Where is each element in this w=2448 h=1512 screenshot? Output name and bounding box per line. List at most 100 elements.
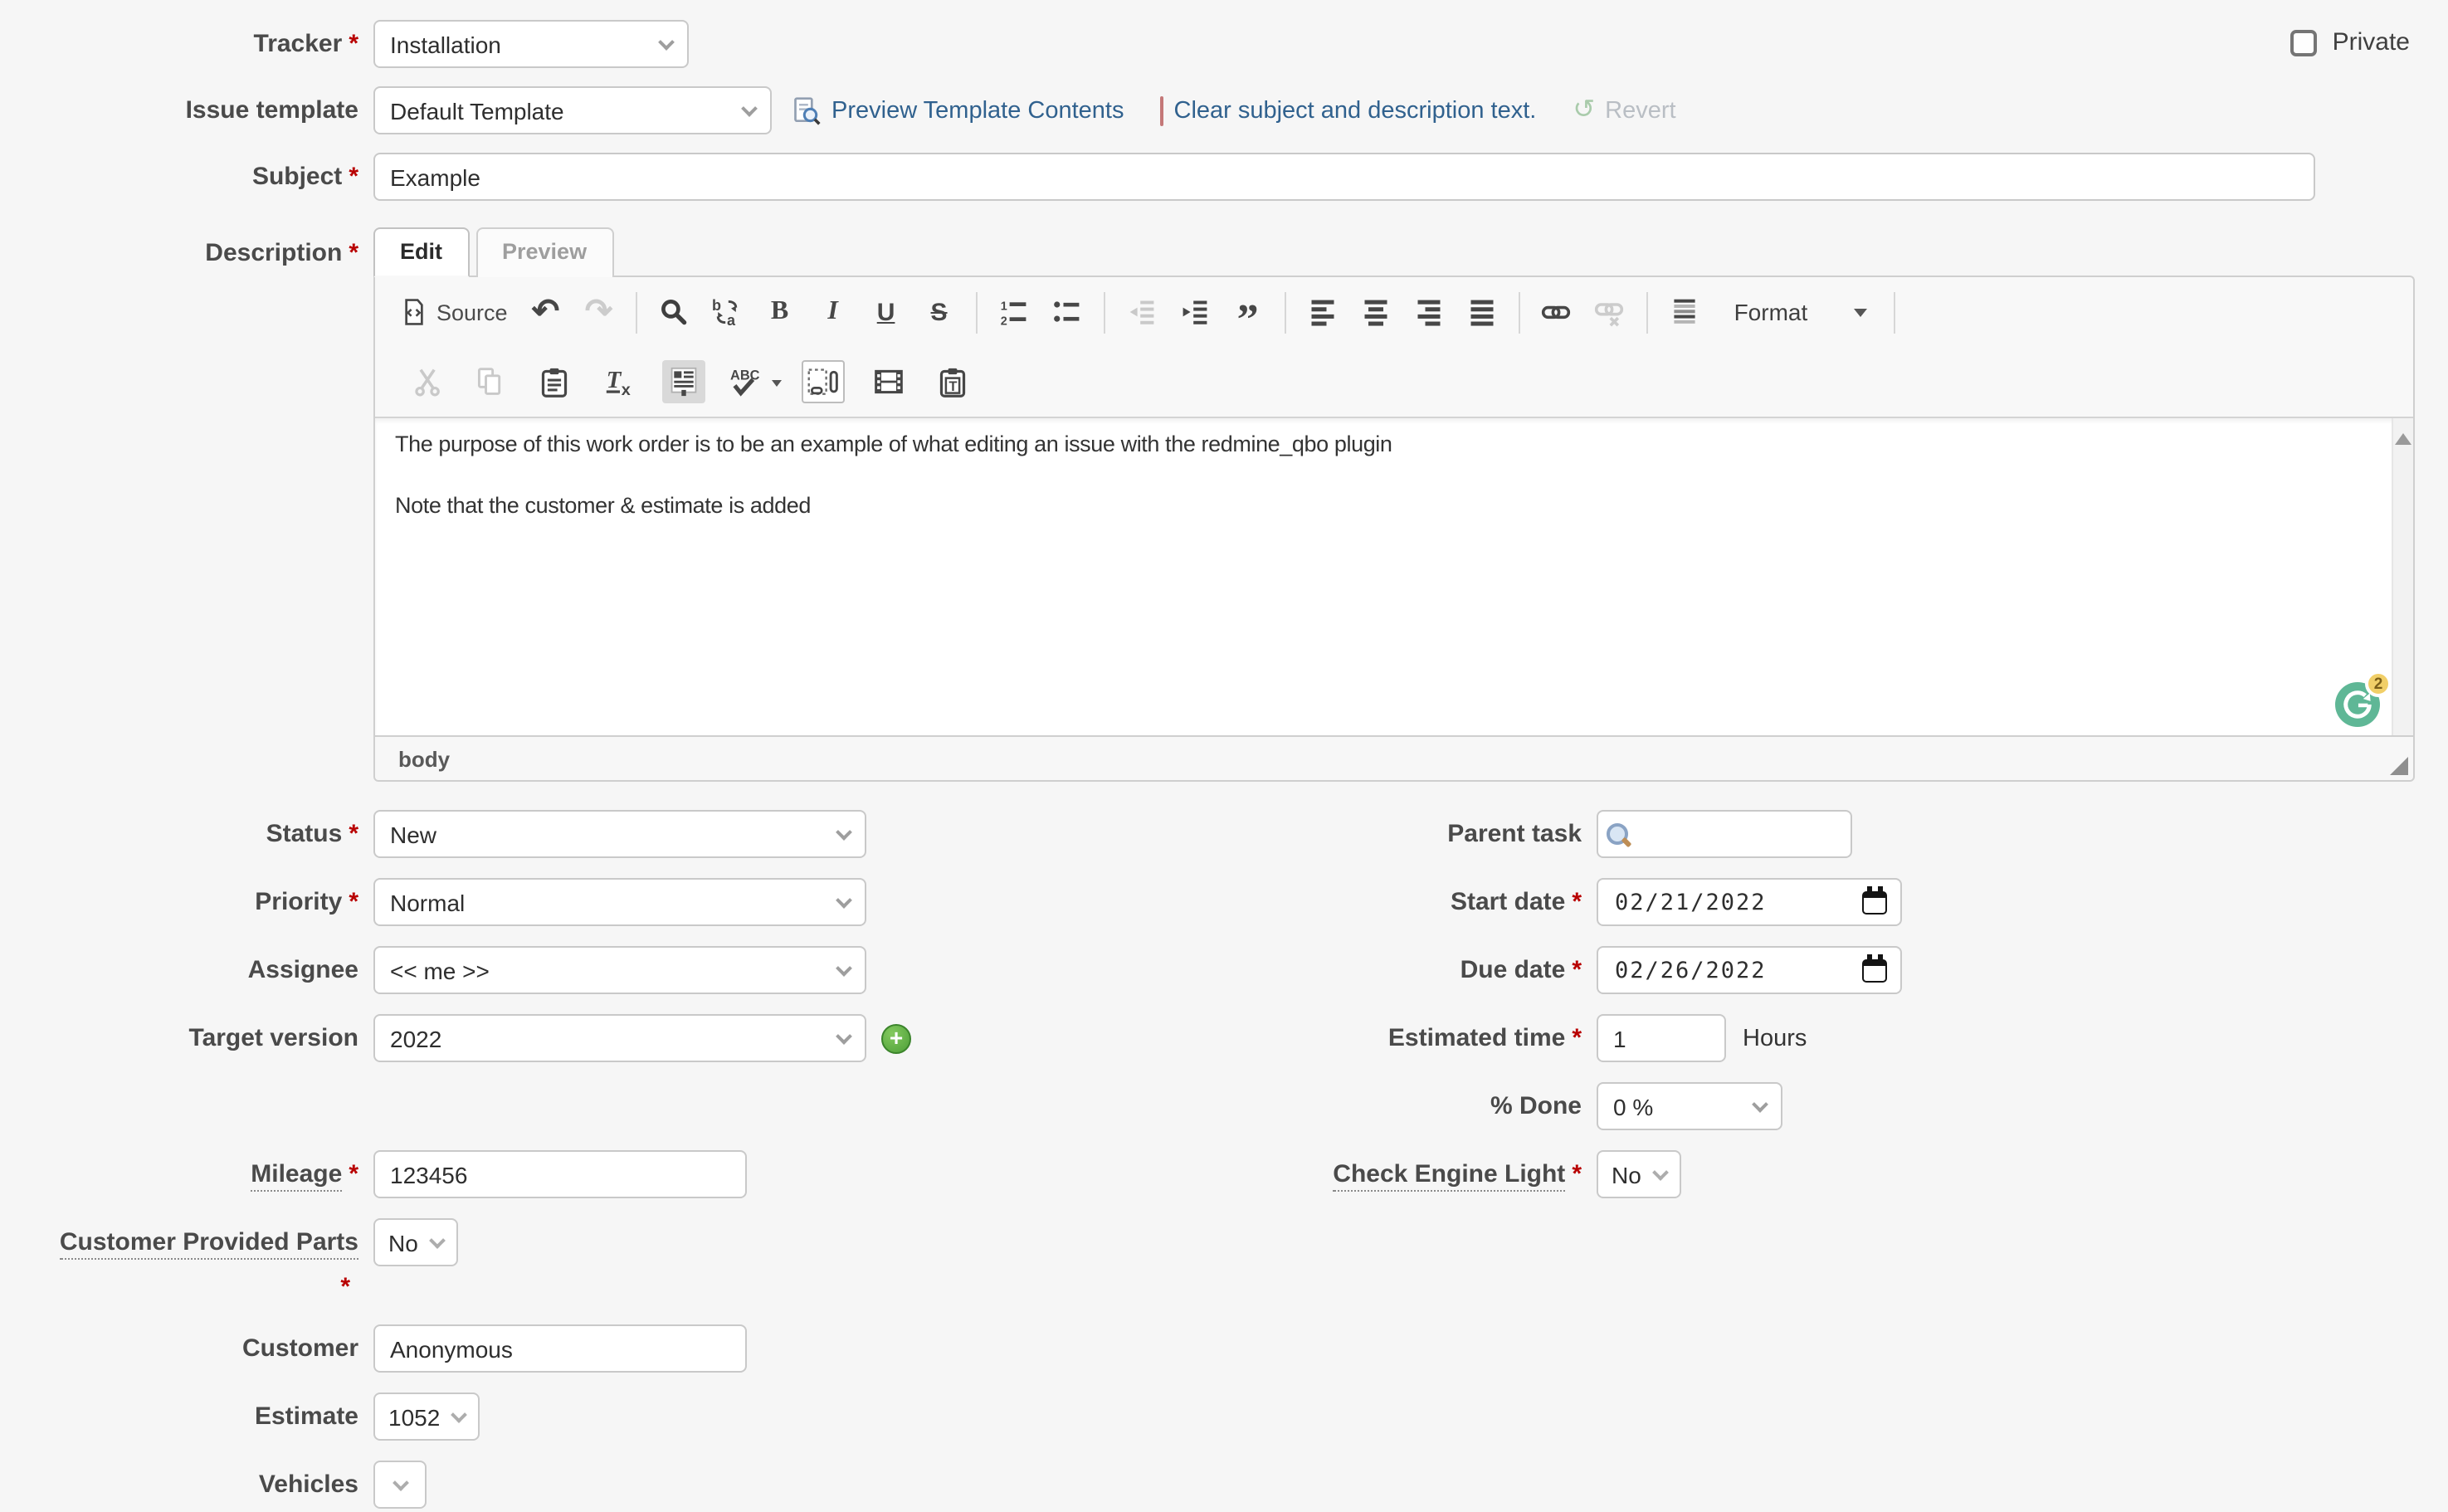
private-label: Private xyxy=(2333,28,2410,56)
due-date-input[interactable]: 02/26/2022 xyxy=(1597,946,1902,994)
chevron-down-icon xyxy=(836,1027,852,1044)
issue-template-label-cell: Issue template xyxy=(0,96,373,124)
description-tabs: Edit Preview xyxy=(373,227,2415,277)
indent-button[interactable] xyxy=(1173,290,1217,334)
customer-provided-parts-select[interactable]: No xyxy=(373,1218,458,1266)
align-left-button[interactable] xyxy=(1301,290,1344,334)
widget-selection-icon xyxy=(807,366,840,398)
editor-content[interactable]: The purpose of this work order is to be … xyxy=(375,417,2413,735)
percent-done-select[interactable]: 0 % xyxy=(1597,1082,1782,1130)
spellcheck-icon: ABC xyxy=(729,366,763,398)
numbered-list-button[interactable]: 12 xyxy=(992,290,1036,334)
format-dropdown[interactable]: Format xyxy=(1734,299,1868,325)
estimated-time-input[interactable] xyxy=(1597,1014,1726,1062)
assignee-value: << me >> xyxy=(390,957,490,983)
estimate-select[interactable]: 1052 xyxy=(373,1393,480,1441)
source-label: Source xyxy=(436,300,508,324)
description-paragraph: Note that the customer & estimate is add… xyxy=(395,491,2373,521)
customer-provided-parts-required-line: * xyxy=(0,1273,2448,1301)
clear-subject-link[interactable]: Clear subject and description text. xyxy=(1161,97,1537,124)
issue-template-row: Issue template Default Template Preview … xyxy=(0,86,2448,134)
calendar-icon[interactable] xyxy=(1862,958,1887,982)
tab-edit[interactable]: Edit xyxy=(373,227,469,277)
remove-format-button[interactable]: Tx xyxy=(597,360,641,403)
outdent-button[interactable] xyxy=(1120,290,1163,334)
status-label: Status xyxy=(266,820,343,848)
issue-template-select[interactable]: Default Template xyxy=(373,86,772,134)
templates-icon xyxy=(669,367,699,397)
cut-button[interactable] xyxy=(407,360,450,403)
assignee-select[interactable]: << me >> xyxy=(373,946,866,994)
revert-link[interactable]: ↺ Revert xyxy=(1573,97,1675,124)
chevron-down-icon xyxy=(1752,1095,1768,1112)
paste-button[interactable] xyxy=(533,360,576,403)
preview-template-label: Preview Template Contents xyxy=(831,97,1124,124)
grammarly-widget[interactable]: 2 xyxy=(2335,682,2380,727)
chevron-down-icon xyxy=(658,33,675,50)
mileage-input[interactable] xyxy=(373,1150,747,1198)
align-center-button[interactable] xyxy=(1354,290,1397,334)
italic-button[interactable]: I xyxy=(812,290,855,334)
tracker-label: Tracker xyxy=(254,30,343,58)
vehicles-row: Vehicles xyxy=(0,1461,2448,1509)
underline-icon: U xyxy=(877,300,895,324)
align-center-icon xyxy=(1361,297,1391,327)
private-checkbox[interactable] xyxy=(2291,29,2318,56)
vehicles-label: Vehicles xyxy=(259,1471,358,1499)
parent-task-input[interactable] xyxy=(1597,810,1852,858)
estimated-time-label: Estimated time xyxy=(1388,1024,1565,1052)
target-version-select[interactable]: 2022 xyxy=(373,1014,866,1062)
align-right-button[interactable] xyxy=(1407,290,1451,334)
resize-grip-icon[interactable] xyxy=(2390,757,2408,775)
spellcheck-button[interactable]: ABC xyxy=(727,360,783,403)
cut-icon xyxy=(413,367,443,397)
bulleted-list-button[interactable] xyxy=(1046,290,1089,334)
source-button[interactable]: Source xyxy=(393,290,514,334)
undo-button[interactable]: ↶ xyxy=(524,290,568,334)
subject-input[interactable] xyxy=(373,153,2315,201)
priority-select[interactable]: Normal xyxy=(373,878,866,926)
start-date-input[interactable]: 02/21/2022 xyxy=(1597,878,1902,926)
template-actions: Preview Template Contents Clear subject … xyxy=(792,95,1713,125)
templates-button[interactable] xyxy=(662,360,705,403)
scroll-up-icon[interactable] xyxy=(2395,433,2411,445)
underline-button[interactable]: U xyxy=(865,290,908,334)
preview-document-icon xyxy=(792,95,822,125)
div-container-button[interactable] xyxy=(1663,290,1706,334)
justify-button[interactable] xyxy=(1461,290,1504,334)
rich-text-editor: Source ↶ ↷ ba B I U S 12 xyxy=(373,276,2415,782)
copy-button[interactable] xyxy=(468,360,511,403)
toolbar-separator xyxy=(636,291,637,333)
bold-button[interactable]: B xyxy=(758,290,802,334)
element-path[interactable]: body xyxy=(398,746,450,771)
source-icon xyxy=(400,297,428,327)
blockquote-button[interactable]: ” xyxy=(1226,290,1270,334)
description-row: Description* Edit Preview Source ↶ ↷ ba xyxy=(0,227,2448,782)
toolbar-separator xyxy=(1285,291,1286,333)
tracker-select[interactable]: Installation xyxy=(373,20,689,68)
strikethrough-button[interactable]: S xyxy=(918,290,961,334)
svg-text:T: T xyxy=(606,367,622,393)
customer-input[interactable] xyxy=(373,1324,747,1373)
chevron-down-icon xyxy=(741,100,758,116)
redo-button[interactable]: ↷ xyxy=(578,290,621,334)
numbered-list-icon: 12 xyxy=(999,297,1029,327)
paste-plain-text-button[interactable]: T xyxy=(931,360,974,403)
status-select[interactable]: New xyxy=(373,810,866,858)
media-embed-button[interactable] xyxy=(866,360,909,403)
replace-button[interactable]: ba xyxy=(705,290,749,334)
check-engine-light-select[interactable]: No xyxy=(1597,1150,1681,1198)
editor-scrollbar[interactable] xyxy=(2392,418,2413,735)
priority-label: Priority xyxy=(255,888,342,916)
link-button[interactable] xyxy=(1535,290,1578,334)
calendar-icon[interactable] xyxy=(1862,890,1887,914)
estimate-label: Estimate xyxy=(255,1402,358,1431)
preview-template-link[interactable]: Preview Template Contents xyxy=(792,95,1124,125)
widget-selection-button[interactable] xyxy=(802,360,845,403)
find-button[interactable] xyxy=(652,290,695,334)
vehicles-select[interactable] xyxy=(373,1461,427,1509)
add-version-button[interactable]: + xyxy=(881,1023,911,1053)
unlink-button[interactable] xyxy=(1588,290,1631,334)
blockquote-icon: ” xyxy=(1237,295,1259,329)
tab-preview[interactable]: Preview xyxy=(475,227,613,277)
